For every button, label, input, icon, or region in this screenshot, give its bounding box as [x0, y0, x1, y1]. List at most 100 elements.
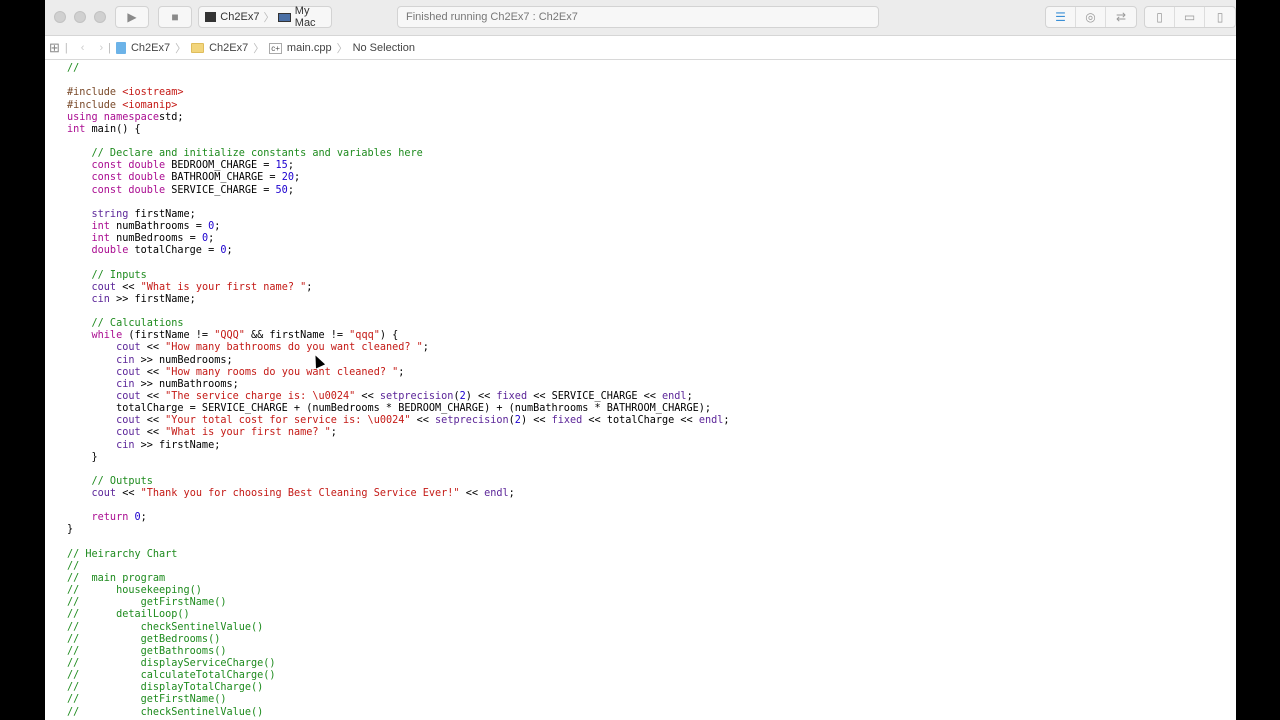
code-line[interactable]: return 0;: [67, 512, 730, 524]
code-token: <<: [140, 427, 166, 439]
code-token: fixed: [496, 390, 528, 402]
code-line[interactable]: // checkSentinelValue(): [67, 707, 730, 719]
code-line[interactable]: cout << "How many bathrooms do you want …: [67, 342, 730, 354]
code-token: "Your total cost for service is: \u0024": [165, 415, 411, 427]
related-items-icon[interactable]: ⊞: [49, 40, 60, 56]
code-line[interactable]: using namespacestd;: [67, 112, 730, 124]
source-editor[interactable]: // Copyright © Year Name. All rights res…: [45, 61, 1236, 720]
code-line[interactable]: cout << "How many rooms do you want clea…: [67, 367, 730, 379]
code-line[interactable]: while (firstName != "QQQ" && firstName !…: [67, 330, 730, 342]
code-line[interactable]: double totalCharge = 0;: [67, 245, 730, 257]
code-token: numBedrooms =: [109, 233, 202, 245]
code-line[interactable]: //: [67, 561, 730, 573]
code-line[interactable]: [67, 136, 730, 148]
code-line[interactable]: [67, 500, 730, 512]
close-window-button[interactable]: [54, 11, 66, 23]
code-line[interactable]: // checkSentinelValue(): [67, 622, 730, 634]
code-line[interactable]: cout << "What is your first name? ";: [67, 282, 730, 294]
code-token: ;: [293, 172, 301, 184]
code-token: cout: [67, 281, 117, 293]
code-line[interactable]: #include <iostream>: [67, 87, 730, 99]
code-token: "How many bathrooms do you want cleaned?…: [165, 342, 423, 354]
stop-button[interactable]: ■: [158, 6, 192, 28]
code-line[interactable]: cout << "Thank you for choosing Best Cle…: [67, 488, 730, 500]
code-token: cout: [67, 427, 141, 439]
code-token: ;: [330, 427, 337, 439]
code-line[interactable]: [67, 257, 730, 269]
code-line[interactable]: // displayServiceCharge(): [67, 658, 730, 670]
code-line[interactable]: // Inputs: [67, 270, 730, 282]
code-line[interactable]: // getFirstName(): [67, 694, 730, 706]
code-line[interactable]: int main() {: [67, 124, 730, 136]
standard-editor-icon[interactable]: ☰: [1046, 7, 1076, 27]
breadcrumb-group[interactable]: Ch2Ex7: [209, 42, 248, 54]
code-line[interactable]: // displayTotalCharge(): [67, 682, 730, 694]
code-line[interactable]: const double SERVICE_CHARGE = 50;: [67, 185, 730, 197]
code-line[interactable]: [67, 464, 730, 476]
code-token: //: [67, 560, 80, 572]
jump-bar: ⊞ | ‹ › | Ch2Ex7 〉 Ch2Ex7 〉 c+ main.cpp 〉 N…: [45, 37, 1236, 60]
navigator-toggle-icon[interactable]: ▯: [1145, 7, 1175, 27]
code-line[interactable]: cout << "The service charge is: \u0024" …: [67, 391, 730, 403]
project-icon: [115, 42, 126, 54]
code-line[interactable]: cin >> firstName;: [67, 440, 730, 452]
code-line[interactable]: totalCharge = SERVICE_CHARGE + (numBedro…: [67, 403, 730, 415]
code-line[interactable]: string firstName;: [67, 209, 730, 221]
code-token: #include: [67, 87, 123, 99]
version-editor-icon[interactable]: ⇄: [1106, 7, 1136, 27]
code-line[interactable]: cout << "What is your first name? ";: [67, 427, 730, 439]
breadcrumb-project[interactable]: Ch2Ex7: [131, 42, 170, 54]
run-button[interactable]: ▶: [115, 6, 149, 28]
code-line[interactable]: [67, 537, 730, 549]
code-token: // getBedrooms(): [67, 633, 221, 645]
scheme-selector[interactable]: Ch2Ex7 〉 My Mac: [198, 5, 332, 29]
code-line[interactable]: cin >> firstName;: [67, 294, 730, 306]
code-token: const double: [67, 184, 166, 196]
code-line[interactable]: // getFirstName(): [67, 597, 730, 609]
zoom-window-button[interactable]: [94, 11, 106, 23]
code-line[interactable]: const double BATHROOM_CHARGE = 20;: [67, 172, 730, 184]
forward-button[interactable]: ›: [99, 42, 103, 54]
code-token: int: [67, 123, 86, 135]
utilities-toggle-icon[interactable]: ▯: [1205, 7, 1235, 27]
minimize-window-button[interactable]: [74, 11, 86, 23]
scheme-target[interactable]: Ch2Ex7: [220, 11, 259, 23]
scheme-device[interactable]: My Mac: [295, 5, 331, 29]
view-toggle-control: ▯ ▭ ▯: [1144, 6, 1236, 28]
code-line[interactable]: // calculateTotalCharge(): [67, 670, 730, 682]
back-button[interactable]: ‹: [81, 42, 85, 54]
breadcrumb-file[interactable]: main.cpp: [287, 42, 332, 54]
code-line[interactable]: }: [67, 524, 730, 536]
code-token: <<: [140, 342, 166, 354]
code-line[interactable]: cout << "Your total cost for service is:…: [67, 415, 729, 427]
code-text[interactable]: // Copyright © Year Name. All rights res…: [67, 61, 730, 719]
code-line[interactable]: int numBedrooms = 0;: [67, 233, 730, 245]
code-line[interactable]: cin >> numBedrooms;: [67, 355, 730, 367]
code-token: setprecision: [379, 390, 454, 402]
code-line[interactable]: // getBathrooms(): [67, 646, 730, 658]
code-line[interactable]: // Calculations: [67, 318, 730, 330]
code-line[interactable]: // housekeeping(): [67, 585, 730, 597]
code-line[interactable]: int numBathrooms = 0;: [67, 221, 730, 233]
code-line[interactable]: // Declare and initialize constants and …: [67, 148, 730, 160]
code-token: cout: [67, 415, 141, 427]
assistant-editor-icon[interactable]: ◎: [1076, 7, 1106, 27]
code-line[interactable]: // Outputs: [67, 476, 730, 488]
code-line[interactable]: // Heirarchy Chart: [67, 549, 730, 561]
code-token: ;: [214, 220, 221, 232]
code-token: std;: [159, 111, 184, 123]
code-line[interactable]: // getBedrooms(): [67, 634, 730, 646]
code-line[interactable]: // detailLoop(): [67, 609, 730, 621]
code-line[interactable]: [67, 306, 730, 318]
code-line[interactable]: //: [67, 63, 730, 75]
code-line[interactable]: #include <iomanip>: [67, 100, 730, 112]
code-line[interactable]: [67, 75, 730, 87]
code-line[interactable]: const double BEDROOM_CHARGE = 15;: [67, 160, 730, 172]
code-token: <<: [140, 366, 166, 378]
breadcrumb-selection[interactable]: No Selection: [353, 42, 415, 54]
code-line[interactable]: cin >> numBathrooms;: [67, 379, 730, 391]
code-line[interactable]: }: [67, 452, 730, 464]
debug-area-toggle-icon[interactable]: ▭: [1175, 7, 1205, 27]
code-line[interactable]: [67, 197, 730, 209]
code-line[interactable]: // main program: [67, 573, 730, 585]
